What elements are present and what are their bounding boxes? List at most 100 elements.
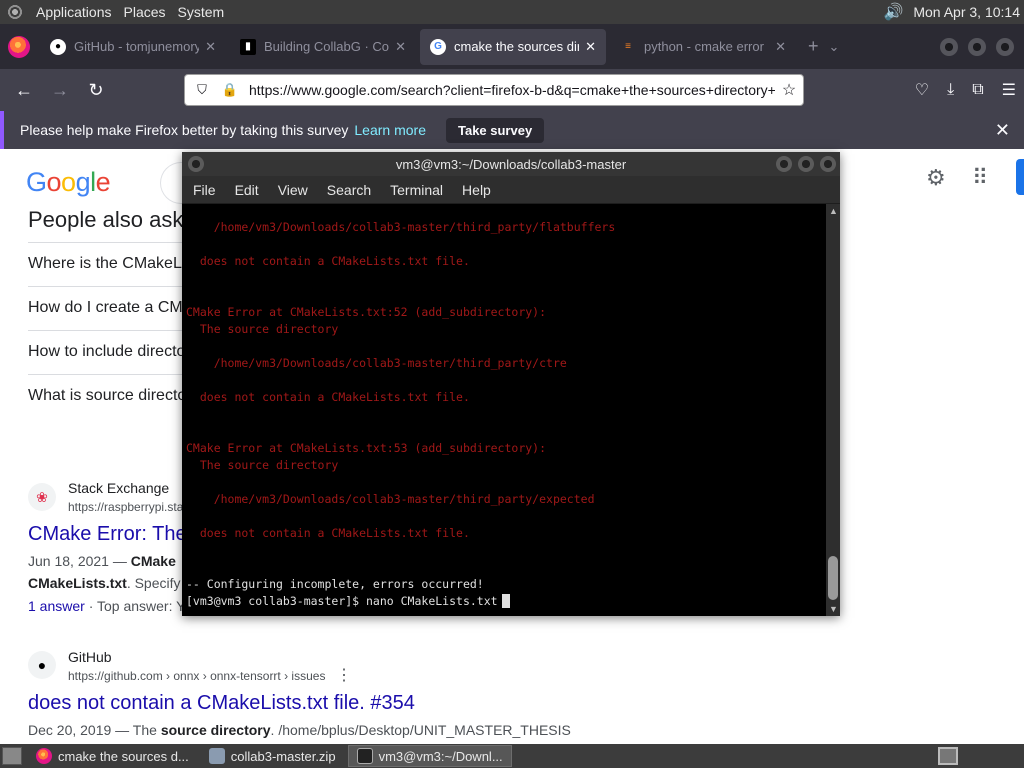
url-bar[interactable]: ⛉ 🔒 https://www.google.com/search?client… bbox=[184, 74, 804, 106]
logo-letter: G bbox=[26, 167, 47, 197]
distro-logo-icon[interactable] bbox=[6, 3, 24, 21]
maximize-window-icon[interactable] bbox=[968, 37, 986, 56]
result-source-url[interactable]: https://github.com › onnx › onnx-tensorr… bbox=[68, 669, 325, 683]
tab-title: Building CollabG · Colla bbox=[264, 39, 390, 54]
volume-icon[interactable]: 🔊 bbox=[883, 2, 903, 22]
gear-icon[interactable]: ⚙ bbox=[926, 165, 946, 191]
scroll-down-icon[interactable]: ▼ bbox=[829, 604, 838, 614]
github-icon: ● bbox=[50, 38, 66, 55]
snippet-text: . /home/bplus/Desktop/UNIT_MASTER_THESIS bbox=[270, 722, 571, 738]
tab-title: python - cmake error bbox=[644, 39, 764, 54]
menu-edit[interactable]: Edit bbox=[235, 182, 259, 198]
snippet-bold: source directory bbox=[160, 722, 271, 738]
terminal-line: -- Configuring incomplete, errors occurr… bbox=[186, 577, 484, 591]
show-desktop-icon[interactable] bbox=[2, 747, 22, 765]
close-tab-icon[interactable]: ✕ bbox=[395, 39, 406, 55]
bookmark-star-icon[interactable]: ☆ bbox=[775, 80, 803, 100]
taskbar-item-terminal[interactable]: vm3@vm3:~/Downl... bbox=[347, 745, 512, 767]
system-menu[interactable]: System bbox=[172, 4, 231, 20]
terminal-output[interactable]: /home/vm3/Downloads/collab3-master/third… bbox=[182, 204, 826, 616]
forward-icon[interactable]: → bbox=[42, 80, 78, 101]
list-tabs-icon[interactable]: ⌄ bbox=[829, 39, 840, 55]
menu-search[interactable]: Search bbox=[327, 182, 371, 198]
menu-view[interactable]: View bbox=[278, 182, 308, 198]
extensions-icon[interactable]: ⧉ bbox=[972, 81, 983, 99]
terminal-titlebar[interactable]: vm3@vm3:~/Downloads/collab3-master bbox=[182, 152, 840, 176]
answers-line: 1 answer · Top answer: Y bbox=[28, 598, 185, 614]
apps-grid-icon[interactable]: ⠿ bbox=[972, 165, 988, 191]
tab-github[interactable]: ● GitHub - tomjunemory/... ✕ bbox=[40, 29, 226, 65]
result-source-url[interactable]: https://raspberrypi.sta bbox=[68, 500, 183, 514]
menu-help[interactable]: Help bbox=[462, 182, 491, 198]
logo-letter: g bbox=[75, 167, 91, 197]
result-title-link[interactable]: does not contain a CMakeLists.txt file. … bbox=[28, 692, 415, 715]
archive-icon bbox=[208, 748, 225, 764]
more-options-icon[interactable]: ⋮ bbox=[336, 665, 352, 685]
terminal-line: CMake Error at CMakeLists.txt:53 (add_su… bbox=[186, 441, 547, 455]
terminal-line: /home/vm3/Downloads/collab3-master/third… bbox=[186, 356, 567, 370]
survey-notification-bar: Please help make Firefox better by takin… bbox=[0, 111, 1024, 149]
notification-message: Please help make Firefox better by takin… bbox=[20, 122, 349, 138]
minimize-window-icon[interactable] bbox=[940, 37, 958, 56]
stackoverflow-icon: ≡ bbox=[625, 41, 631, 52]
result-date: Jun 18, 2021 — bbox=[28, 553, 131, 569]
tracking-protection-icon[interactable]: ⛉ bbox=[191, 82, 213, 98]
terminal-line: CMake Error at CMakeLists.txt:52 (add_su… bbox=[186, 305, 547, 319]
result-date: Dec 20, 2019 — The bbox=[28, 722, 161, 738]
close-notification-icon[interactable]: ✕ bbox=[995, 120, 1010, 141]
scroll-up-icon[interactable]: ▲ bbox=[829, 206, 838, 216]
workspace-switcher[interactable] bbox=[938, 747, 958, 765]
learn-more-link[interactable]: Learn more bbox=[354, 122, 426, 138]
google-logo[interactable]: Google bbox=[26, 167, 111, 198]
new-tab-icon[interactable]: + bbox=[808, 36, 819, 57]
taskbar-item-archive[interactable]: collab3-master.zip bbox=[201, 745, 344, 767]
maximize-window-icon[interactable] bbox=[798, 156, 814, 172]
lock-icon[interactable]: 🔒 bbox=[219, 82, 241, 98]
window-menu-icon[interactable] bbox=[188, 156, 204, 172]
minimize-window-icon[interactable] bbox=[776, 156, 792, 172]
hamburger-menu-icon[interactable]: ☰ bbox=[1002, 80, 1016, 100]
terminal-scrollbar[interactable]: ▲ ▼ bbox=[826, 204, 840, 616]
answers-link[interactable]: 1 answer bbox=[28, 598, 85, 614]
url-text[interactable]: https://www.google.com/search?client=fir… bbox=[249, 82, 775, 98]
close-tab-icon[interactable]: ✕ bbox=[775, 39, 786, 55]
pocket-icon[interactable]: ♡ bbox=[915, 80, 929, 100]
close-tab-icon[interactable]: ✕ bbox=[585, 39, 596, 55]
result-snippet: CMakeLists.txt. Specify bbox=[28, 575, 181, 591]
logo-letter: o bbox=[46, 167, 62, 197]
clock[interactable]: Mon Apr 3, 10:14 bbox=[913, 4, 1020, 20]
close-window-icon[interactable] bbox=[820, 156, 836, 172]
taskbar-item-firefox[interactable]: cmake the sources d... bbox=[28, 745, 197, 767]
tab-title: cmake the sources dire bbox=[454, 39, 580, 54]
reload-icon[interactable]: ↻ bbox=[78, 80, 114, 101]
applications-menu[interactable]: Applications bbox=[30, 4, 118, 20]
menu-terminal[interactable]: Terminal bbox=[390, 182, 443, 198]
snippet-bold: CMake bbox=[130, 553, 176, 569]
tab-stackoverflow[interactable]: ≡ python - cmake error ✕ bbox=[610, 29, 796, 65]
places-menu[interactable]: Places bbox=[118, 4, 172, 20]
people-also-ask-title: People also ask bbox=[28, 207, 184, 232]
take-survey-button[interactable]: Take survey bbox=[445, 117, 545, 143]
terminal-icon bbox=[356, 748, 373, 764]
bottom-taskbar: cmake the sources d... collab3-master.zi… bbox=[0, 744, 1024, 768]
downloads-icon[interactable]: ⤓ bbox=[947, 81, 954, 99]
menu-file[interactable]: File bbox=[193, 182, 216, 198]
firefox-view-icon[interactable] bbox=[8, 35, 30, 58]
terminal-window[interactable]: vm3@vm3:~/Downloads/collab3-master File … bbox=[182, 152, 840, 616]
tab-building-collab[interactable]: ▮ Building CollabG · Colla ✕ bbox=[230, 29, 416, 65]
tab-google-search[interactable]: G cmake the sources dire ✕ bbox=[420, 28, 606, 65]
snippet-bold: CMakeLists.txt bbox=[28, 575, 127, 591]
snippet-text: . Specify bbox=[126, 575, 181, 591]
close-tab-icon[interactable]: ✕ bbox=[205, 39, 216, 55]
result-snippet: Dec 20, 2019 — The source directory. /ho… bbox=[28, 722, 571, 738]
firefox-icon bbox=[36, 748, 52, 764]
terminal-menubar: File Edit View Search Terminal Help bbox=[182, 176, 840, 204]
terminal-line: does not contain a CMakeLists.txt file. bbox=[186, 254, 470, 268]
scrollbar-thumb[interactable] bbox=[828, 556, 838, 600]
result-title-link[interactable]: CMake Error: The bbox=[28, 523, 187, 546]
close-window-icon[interactable] bbox=[996, 37, 1014, 56]
back-icon[interactable]: ← bbox=[6, 80, 42, 101]
tab-strip: ● GitHub - tomjunemory/... ✕ ▮ Building … bbox=[0, 24, 1024, 69]
sign-in-button[interactable] bbox=[1016, 159, 1024, 195]
raspberrypi-site-icon: ❀ bbox=[28, 483, 56, 511]
